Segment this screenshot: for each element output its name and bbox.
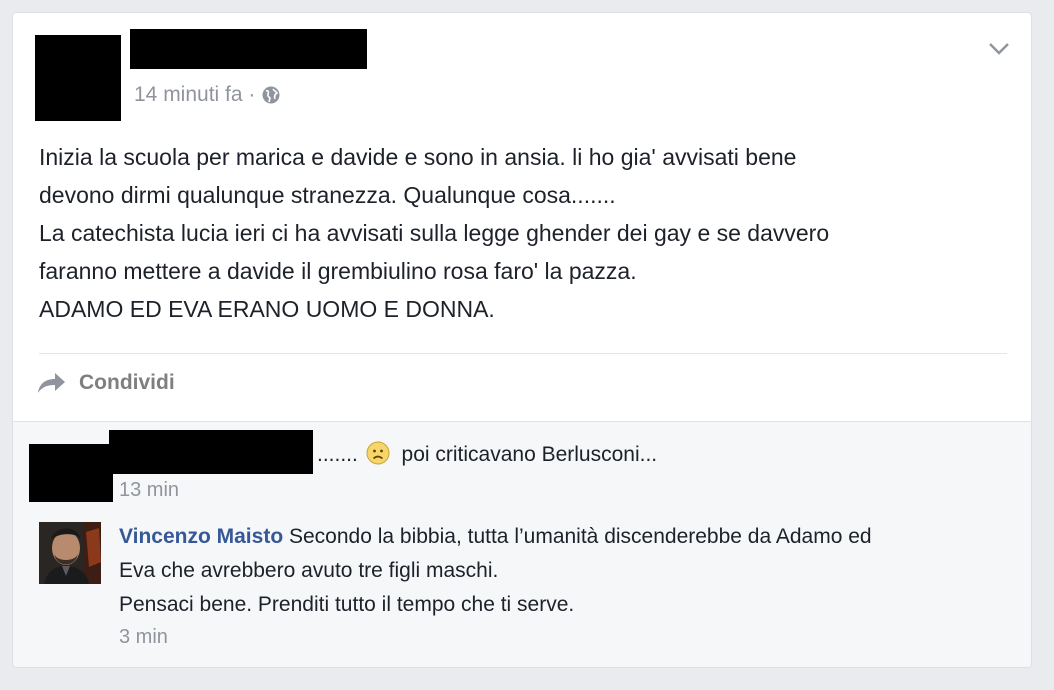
comment-text-line: Secondo la bibbia, tutta l’umanità disce…: [283, 525, 872, 548]
comment-text-line: Eva che avrebbero avuto tre figli maschi…: [119, 559, 499, 582]
post-text-line: Inizia la scuola per marica e davide e s…: [39, 144, 797, 170]
comment-text: ....... poi criticavano Berlusconi...: [317, 439, 657, 471]
comment-avatar-redacted[interactable]: [29, 444, 113, 502]
post-author-avatar-redacted[interactable]: [35, 35, 121, 121]
comment-text-part: poi criticavano Berlusconi...: [395, 443, 658, 466]
post-card: 14 minuti fa · Inizia la scuola per mari…: [12, 12, 1032, 668]
post-time-label[interactable]: 14 minuti fa ·: [134, 83, 255, 107]
comment-author-link[interactable]: Vincenzo Maisto: [119, 525, 283, 548]
avatar-image: [39, 522, 101, 584]
post-text-line: ADAMO ED EVA ERANO UOMO E DONNA.: [39, 296, 495, 322]
share-label: Condividi: [79, 371, 175, 394]
comment-text: Vincenzo Maisto Secondo la bibbia, tutta…: [119, 521, 872, 553]
comment-time[interactable]: 13 min: [119, 479, 179, 502]
post-text-line: faranno mettere a davide il grembiulino …: [39, 258, 637, 284]
post-author-name-redacted[interactable]: [130, 29, 367, 69]
share-button[interactable]: Condividi: [37, 371, 175, 395]
avatar[interactable]: [39, 522, 101, 584]
comment-text-part: .......: [317, 443, 364, 466]
comment-time[interactable]: 3 min: [119, 626, 168, 649]
frown-emoji-icon: [366, 441, 390, 465]
share-arrow-icon: [38, 373, 65, 393]
post-text-line: La catechista lucia ieri ci ha avvisati …: [39, 220, 830, 246]
post-text-line: devono dirmi qualunque stranezza. Qualun…: [39, 182, 616, 208]
post-timestamp[interactable]: 14 minuti fa ·: [134, 83, 281, 107]
comments-section: ....... poi criticavano Berlusconi... 13…: [13, 421, 1031, 667]
post-body: Inizia la scuola per marica e davide e s…: [39, 138, 1009, 328]
comment-text-line: Pensaci bene. Prenditi tutto il tempo ch…: [119, 593, 575, 616]
divider: [39, 353, 1007, 354]
comment-author-redacted[interactable]: [109, 430, 313, 474]
globe-icon: [262, 86, 280, 104]
chevron-down-icon[interactable]: [987, 41, 1011, 57]
